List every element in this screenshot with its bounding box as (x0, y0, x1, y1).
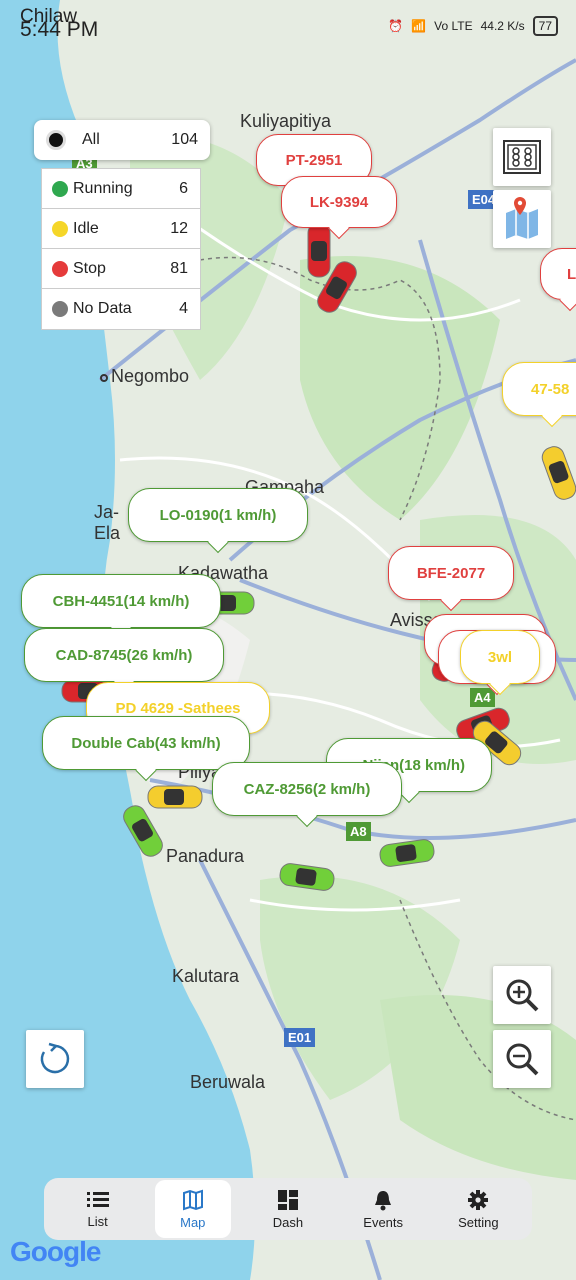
running-dot-icon (52, 180, 68, 197)
vehicle-tag[interactable]: Double Cab(43 km/h) (42, 716, 250, 770)
place-dot (100, 374, 108, 382)
idle-dot-icon (52, 220, 68, 237)
place-label: Kuliyapitiya (240, 111, 332, 131)
nav-label: Map (180, 1214, 206, 1230)
map-pin-icon (506, 197, 538, 239)
place-label: Ja-Ela (94, 502, 121, 543)
google-logo: Google (10, 1236, 101, 1267)
battery-icon: 77 (532, 16, 558, 36)
all-radio-icon (46, 130, 66, 150)
filter-label: All (82, 131, 100, 148)
map-icon (182, 1189, 203, 1210)
vehicle-tag[interactable]: LO-0190(1 km/h) (128, 488, 308, 542)
filter-count: 4 (179, 300, 188, 317)
nav-label: Events (363, 1214, 404, 1230)
traffic-light-icon (503, 140, 541, 174)
status-filter-panel: Running 6 Idle 12 Stop 81 No Data 4 (41, 168, 201, 330)
refresh-icon (40, 1042, 70, 1074)
road-shield: E01 (284, 1028, 316, 1047)
vehicle-tag[interactable]: 3wl (460, 630, 540, 684)
clock: 5:44 PM (20, 18, 99, 41)
zoom-in-icon (506, 979, 539, 1012)
place-label: Kalutara (172, 966, 240, 986)
bottom-navigation: List Map Dash Events Setting (44, 1178, 532, 1240)
vehicle-tag[interactable]: CBH-4451(14 km/h) (21, 574, 221, 628)
filter-count: 12 (170, 219, 188, 237)
place-label: Beruwala (190, 1072, 266, 1092)
gear-icon (468, 1189, 489, 1210)
filter-no-data[interactable]: No Data 4 (42, 289, 200, 329)
filter-label: Running (73, 179, 133, 197)
map-type-button[interactable] (493, 190, 551, 248)
zoom-in-button[interactable] (493, 966, 551, 1024)
stop-dot-icon (52, 260, 68, 277)
vehicle-tag[interactable]: CAZ-8256(2 km/h) (212, 762, 402, 816)
nav-setting[interactable]: Setting (440, 1180, 516, 1238)
refresh-button[interactable] (26, 1030, 84, 1088)
nav-map[interactable]: Map (154, 1180, 231, 1238)
nav-label: List (87, 1213, 108, 1229)
filter-label: Idle (73, 219, 99, 237)
no-data-dot-icon (52, 301, 68, 317)
network-type: Vo LTE (434, 19, 473, 33)
vehicle-tag[interactable]: 47-58 (502, 362, 576, 416)
wifi-icon: 📶 (411, 19, 427, 33)
dashboard-icon (277, 1189, 298, 1210)
net-speed: 44.2 K/s (480, 19, 525, 33)
zoom-out-icon (506, 1043, 539, 1076)
road-shield: A4 (470, 688, 495, 707)
place-label: Panadura (166, 846, 245, 866)
filter-label: No Data (73, 300, 132, 317)
filter-count: 6 (179, 179, 188, 197)
nav-events[interactable]: Events (345, 1180, 421, 1238)
vehicle-tag[interactable]: CAD-8745(26 km/h) (24, 628, 224, 682)
vehicle-tag[interactable]: BFE-2077 (388, 546, 514, 600)
nav-list[interactable]: List (60, 1180, 136, 1238)
zoom-out-button[interactable] (493, 1030, 551, 1088)
filter-stop[interactable]: Stop 81 (42, 249, 200, 289)
nav-dash[interactable]: Dash (250, 1180, 326, 1238)
list-icon (86, 1191, 109, 1207)
traffic-light-button[interactable] (493, 128, 551, 186)
nav-label: Dash (272, 1214, 304, 1230)
vehicle-tag[interactable]: LK-9394 (281, 176, 397, 228)
filter-count: 104 (171, 131, 198, 148)
filter-idle[interactable]: Idle 12 (42, 209, 200, 249)
bell-icon (375, 1190, 392, 1210)
vehicle-tag[interactable]: L (540, 248, 576, 300)
status-bar: Chilaw 5:44 PM ⏰ 📶 Vo LTE 44.2 K/s 77 (0, 0, 576, 50)
car-marker-yellow[interactable] (146, 782, 204, 812)
filter-label: Stop (73, 259, 106, 277)
place-label: Negombo (100, 366, 189, 387)
alarm-icon: ⏰ (388, 19, 404, 33)
filter-running[interactable]: Running 6 (42, 169, 200, 209)
road-shield: A8 (346, 822, 371, 841)
nav-label: Setting (458, 1214, 499, 1230)
filter-count: 81 (170, 259, 188, 277)
filter-all[interactable]: All 104 (34, 120, 210, 160)
